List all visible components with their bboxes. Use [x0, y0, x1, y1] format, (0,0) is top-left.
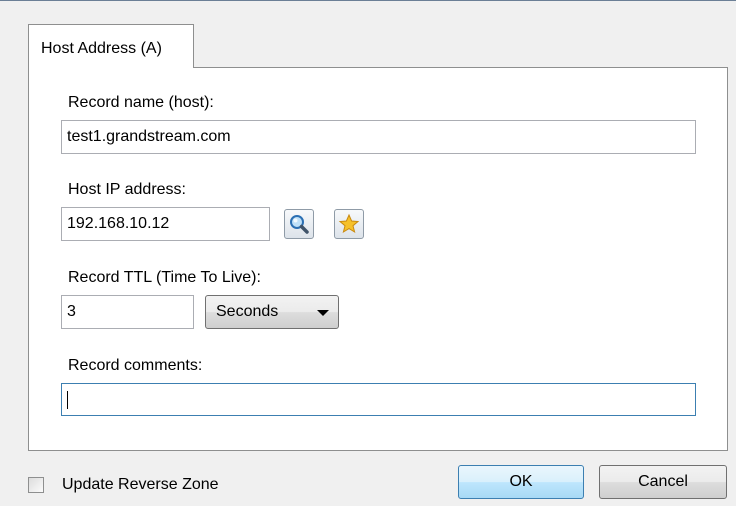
record-name-input[interactable]: test1.grandstream.com [61, 120, 696, 154]
ok-button[interactable]: OK [458, 465, 584, 499]
text-caret [67, 391, 68, 409]
chevron-down-icon [317, 310, 329, 316]
ttl-label: Record TTL (Time To Live): [68, 269, 261, 286]
favorite-ip-button[interactable] [334, 209, 364, 239]
ttl-value-input[interactable]: 3 [61, 295, 194, 329]
star-icon [338, 213, 360, 234]
tab-host-address[interactable]: Host Address (A) [28, 24, 194, 68]
update-reverse-zone-checkbox[interactable] [28, 477, 44, 493]
host-ip-label: Host IP address: [68, 181, 186, 198]
comments-input[interactable] [61, 383, 696, 416]
ttl-unit-select[interactable]: Seconds [205, 295, 339, 329]
search-ip-button[interactable] [284, 209, 314, 239]
comments-label: Record comments: [68, 357, 203, 374]
record-name-label: Record name (host): [68, 94, 214, 111]
tab-label: Host Address (A) [41, 40, 162, 57]
update-reverse-zone-label[interactable]: Update Reverse Zone [62, 476, 219, 494]
cancel-button[interactable]: Cancel [599, 465, 727, 499]
search-icon [290, 215, 309, 234]
window-top-border [0, 0, 736, 1]
host-ip-input[interactable]: 192.168.10.12 [61, 207, 270, 241]
ttl-unit-value: Seconds [216, 303, 279, 320]
